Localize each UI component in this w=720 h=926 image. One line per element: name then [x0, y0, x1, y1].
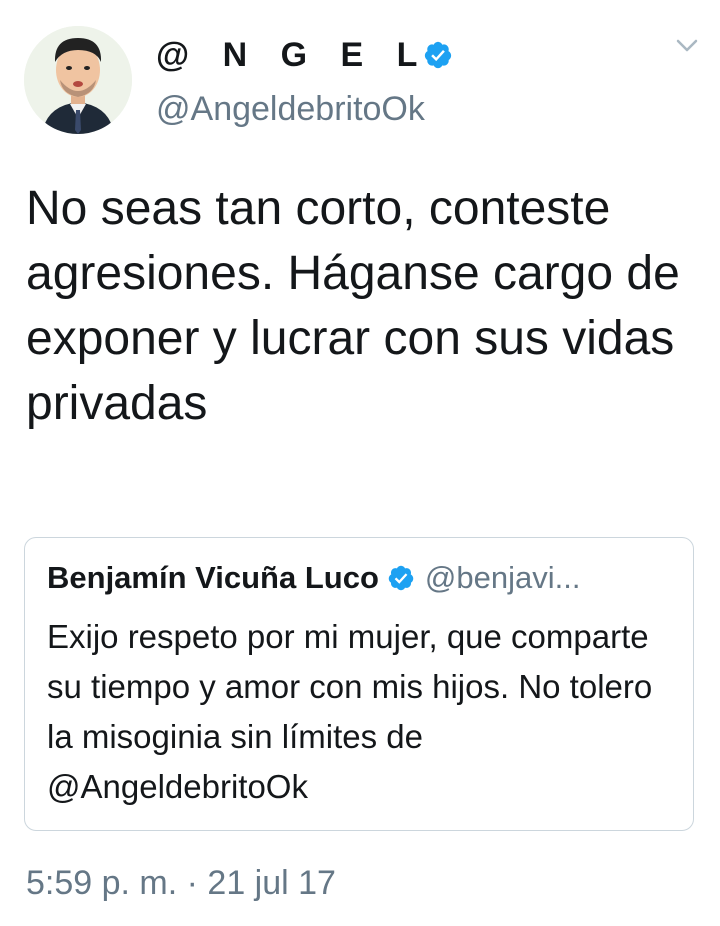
verified-badge-icon	[387, 564, 415, 592]
verified-badge-icon	[423, 40, 453, 70]
chevron-down-icon[interactable]	[674, 36, 700, 56]
quoted-author-handle: @benjavi...	[424, 560, 581, 595]
quoted-tweet[interactable]: Benjamín Vicuña Luco @benjavi... Exijo r…	[24, 537, 694, 831]
quoted-tweet-header: Benjamín Vicuña Luco @benjavi...	[47, 556, 677, 600]
caricature-illustration	[24, 26, 132, 134]
avatar[interactable]	[24, 26, 132, 134]
quoted-tweet-text: Exijo respeto por mi mujer, que comparte…	[47, 618, 653, 805]
quoted-author-name: Benjamín Vicuña Luco	[47, 560, 379, 595]
author-name-row[interactable]: @ N G E L	[156, 30, 453, 80]
tweet-timestamp[interactable]: 5:59 p. m. · 21 jul 17	[26, 864, 336, 903]
tweet-card: @ N G E L @AngeldebritoOk No seas tan co…	[0, 0, 720, 926]
author-display-name[interactable]: @ N G E L	[156, 36, 429, 75]
tweet-text: No seas tan corto, conteste agresiones. …	[26, 182, 680, 430]
author-handle[interactable]: @AngeldebritoOk	[156, 90, 425, 129]
